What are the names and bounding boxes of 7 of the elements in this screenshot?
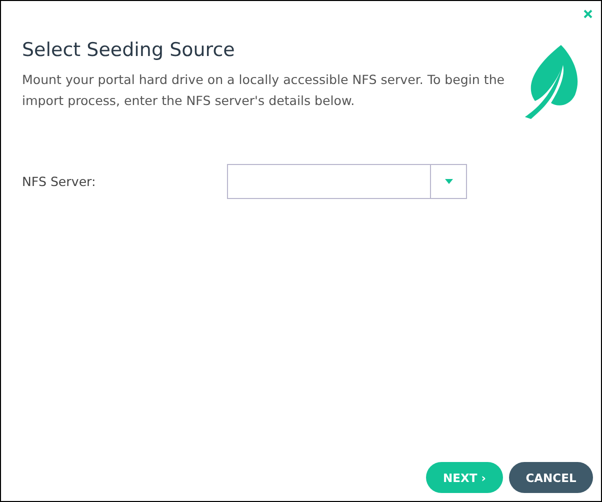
field-label: NFS Server:: [22, 174, 97, 189]
close-icon[interactable]: [583, 9, 593, 19]
cancel-button[interactable]: CANCEL: [509, 462, 593, 493]
dialog-description: Mount your portal hard drive on a locally accessible NFS server. To begin the import process, enter the NFS server's details below.: [22, 71, 506, 110]
caret-icon: [444, 179, 452, 184]
dropdown-field[interactable]: [227, 164, 467, 199]
dialog-title: Select Seeding Source: [22, 39, 236, 61]
